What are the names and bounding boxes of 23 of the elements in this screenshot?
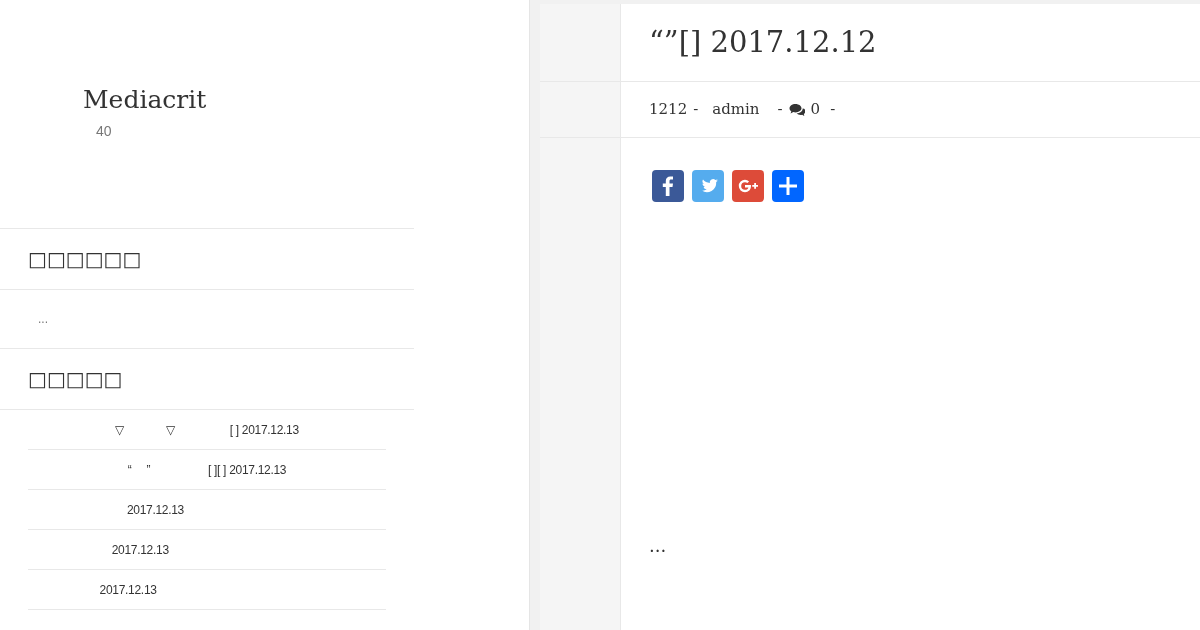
- post-title: “”[] 2017.12.12: [649, 23, 877, 61]
- post-link[interactable]: 2017.12.13: [111, 540, 303, 559]
- comments-icon: [788, 102, 805, 117]
- site-tagline: 40: [95, 122, 113, 141]
- post-link[interactable]: 2017.12.13: [99, 580, 315, 599]
- more-share-icon[interactable]: [772, 170, 804, 202]
- google-share-icon[interactable]: [732, 170, 764, 202]
- widget-text: ...: [38, 311, 48, 328]
- separator-dash: -: [693, 99, 699, 121]
- separator-dash: -: [830, 99, 836, 121]
- comment-count: 0: [810, 99, 821, 121]
- post-link[interactable]: “ ” [ ][ ] 2017.12.13: [127, 460, 287, 479]
- author-link[interactable]: admin: [712, 98, 760, 121]
- twitter-share-icon[interactable]: [692, 170, 724, 202]
- post-date: 1212: [649, 99, 688, 121]
- widget-title: □□□□□□: [28, 246, 142, 273]
- post-link[interactable]: 2017.12.13: [126, 500, 288, 519]
- separator-dash: -: [777, 99, 783, 121]
- site-title[interactable]: Mediacrit: [83, 84, 529, 116]
- post-link[interactable]: ▽ ▽ [ ] 2017.12.13: [115, 420, 299, 439]
- post-excerpt: ...: [648, 534, 668, 558]
- widget-title: □□□□□: [28, 366, 123, 393]
- facebook-share-icon[interactable]: [652, 170, 684, 202]
